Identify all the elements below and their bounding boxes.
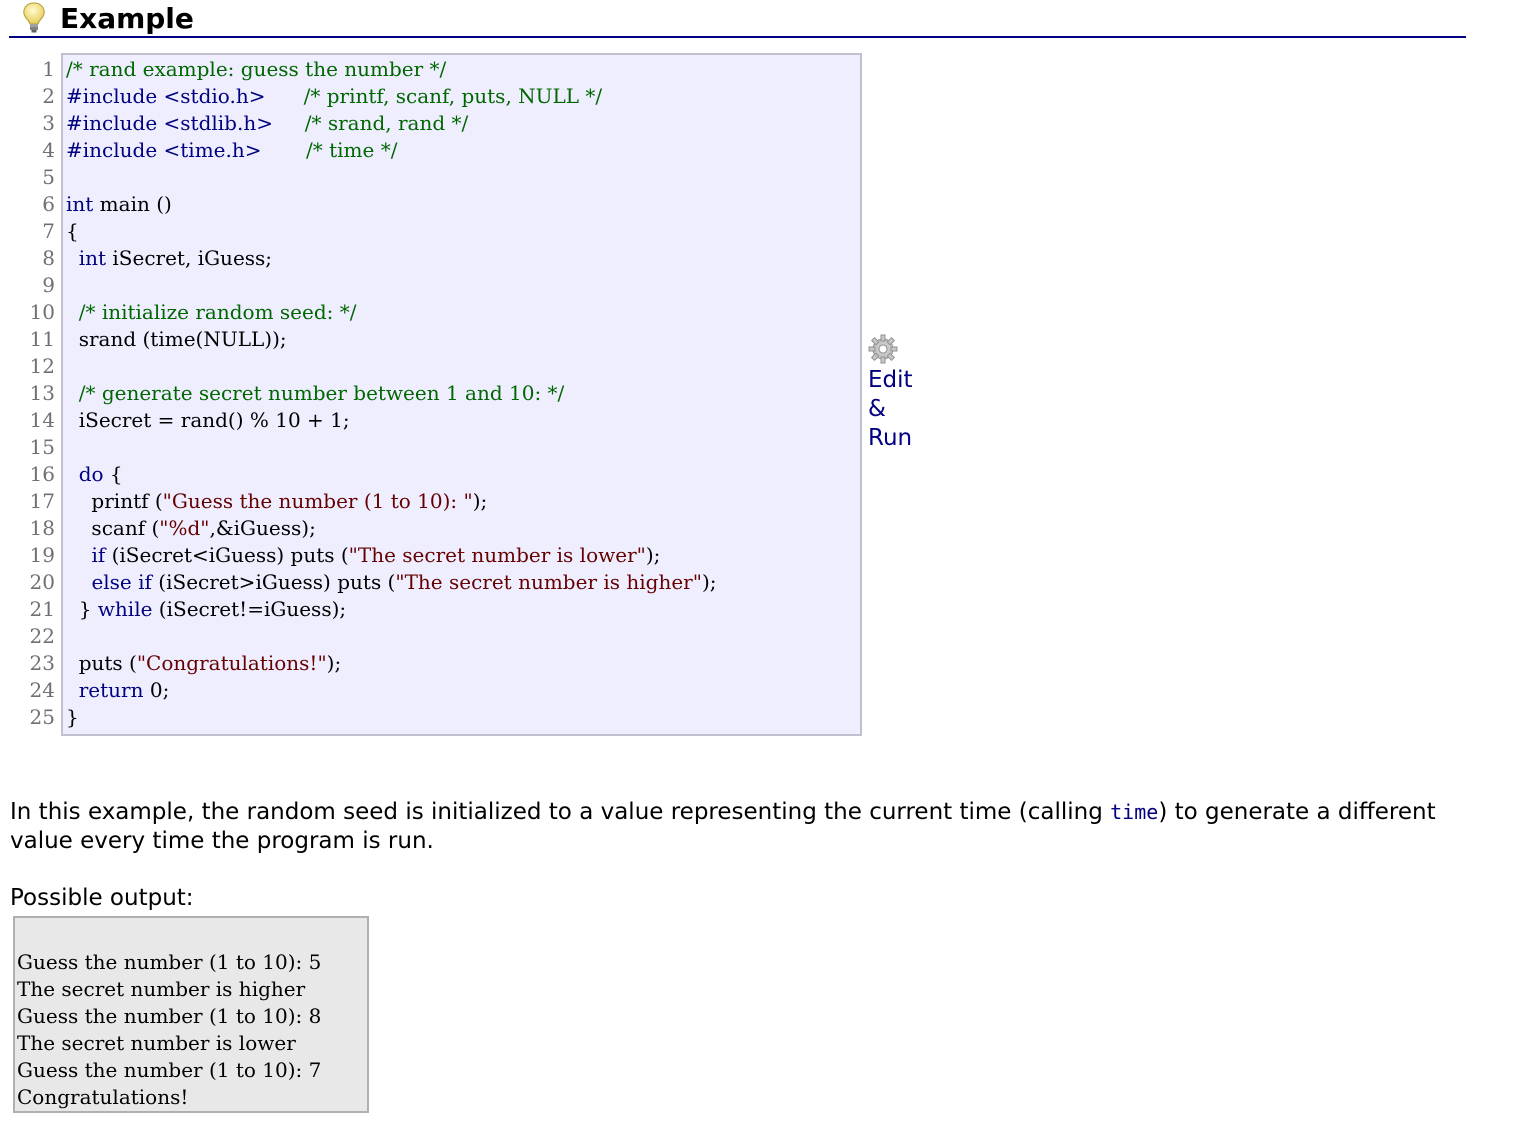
output-line: Congratulations! [17,1085,189,1109]
section-header: Example [9,0,1466,38]
code-line: /* initialize random seed: */ [78,300,357,324]
code-line: } while (iSecret!=iGuess); [66,597,347,621]
code-line: if (iSecret<iGuess) puts ("The secret nu… [91,543,661,567]
code-line: int iSecret, iGuess; [78,246,273,270]
code-line: do { [78,462,123,486]
output-line: Guess the number (1 to 10): 7 [17,1058,322,1082]
code-line: /* generate secret number between 1 and … [78,381,565,405]
possible-output-label: Possible output: [10,885,194,911]
code-line: } [66,705,79,729]
line-number: 16 [29,462,55,486]
code-line: iSecret = rand() % 10 + 1; [66,408,350,432]
code-listing: /* rand example: guess the number */ #inc… [66,56,716,731]
line-number: 13 [29,381,55,405]
line-number: 22 [29,624,55,648]
line-number: 6 [42,192,55,216]
output-line: The secret number is lower [17,1031,296,1055]
code-line: ​ [66,434,716,461]
line-number: 4 [42,138,55,162]
line-number: 12 [29,354,55,378]
code-line: ​ [66,164,716,191]
code-line: puts ("Congratulations!"); [66,651,342,675]
page-title: Example [60,2,194,35]
edit-and-run-label: Edit & Run [868,367,913,451]
line-number: 21 [29,597,55,621]
output-line: Guess the number (1 to 10): 8 [17,1004,322,1028]
code-line: return 0; [78,678,170,702]
inline-code-time: time [1110,800,1159,824]
line-number: 9 [42,273,55,297]
code-box: /* rand example: guess the number */ #inc… [61,53,862,736]
description-text-before: In this example, the random seed is init… [10,799,1111,825]
code-line: #include <stdlib.h> /* srand, rand */ [66,111,469,135]
code-line: /* rand example: guess the number */ [66,57,447,81]
line-number: 11 [29,327,55,351]
line-number: 3 [42,111,55,135]
line-number: 7 [42,219,55,243]
description-paragraph: In this example, the random seed is init… [10,798,1450,856]
line-number: 20 [29,570,55,594]
line-number: 15 [29,435,55,459]
line-number: 23 [29,651,55,675]
line-number: 25 [29,705,55,729]
line-number: 24 [29,678,55,702]
output-listing: Guess the number (1 to 10): 5 The secret … [17,949,321,1111]
code-line: #include <stdio.h> /* printf, scanf, put… [66,84,603,108]
code-line: scanf ("%d",&iGuess); [66,516,316,540]
line-number: 10 [29,300,55,324]
code-line: int main () [66,192,172,216]
gear-icon [868,334,898,364]
line-number: 5 [42,165,55,189]
code-line: ​ [66,353,716,380]
line-number: 8 [42,246,55,270]
code-line: printf ("Guess the number (1 to 10): "); [66,489,488,513]
line-number: 2 [42,84,55,108]
output-line: The secret number is higher [17,977,306,1001]
line-number: 19 [29,543,55,567]
line-number-gutter: 1 2 3 4 5 6 7 8 9 10 11 12 13 14 15 16 17 18 19 20 21 22 23 24 2… [20,56,55,731]
code-line: else if (iSecret>iGuess) puts ("The secr… [91,570,717,594]
code-line: srand (time(NULL)); [66,327,287,351]
lightbulb-icon [23,2,45,33]
code-line: #include <time.h> /* time */ [66,138,398,162]
output-line: Guess the number (1 to 10): 5 [17,950,322,974]
output-box: Guess the number (1 to 10): 5 The secret … [13,916,369,1113]
line-number: 1 [42,57,55,81]
line-number: 17 [29,489,55,513]
code-line: ​ [66,623,716,650]
code-line: ​ [66,272,716,299]
line-number: 18 [29,516,55,540]
line-number: 14 [29,408,55,432]
code-line: { [66,219,79,243]
edit-and-run-link[interactable]: Edit & Run [868,334,928,453]
